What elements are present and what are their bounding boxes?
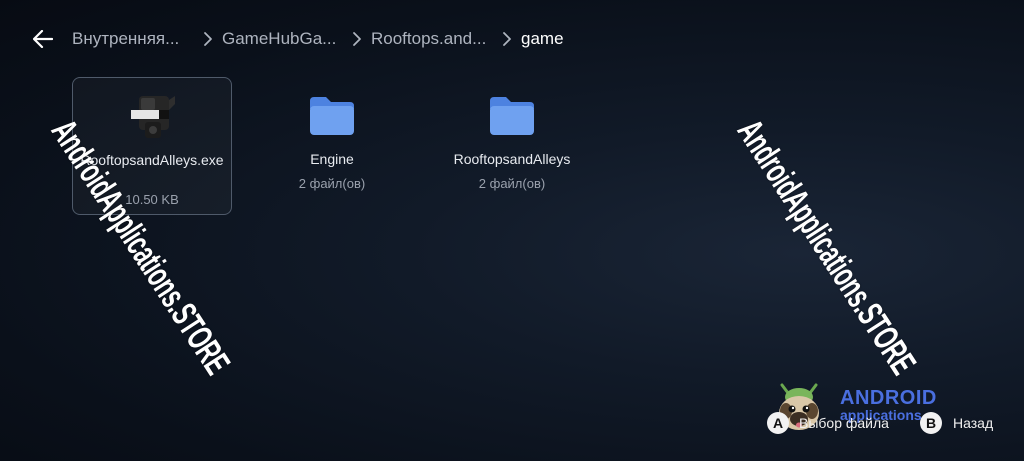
folder-name: Engine [310, 151, 354, 167]
game-exe-icon [131, 96, 175, 138]
button-b-icon: B [920, 412, 942, 434]
folder-icon [490, 97, 534, 135]
breadcrumb-item-rooftops[interactable]: Rooftops.and... [371, 29, 486, 49]
folder-tile-engine[interactable]: Engine 2 файл(ов) [252, 77, 412, 215]
folder-name: RooftopsandAlleys [453, 151, 571, 167]
breadcrumb-item-internal-storage[interactable]: Внутренняя... [72, 29, 179, 49]
chevron-right-icon [503, 32, 511, 46]
breadcrumb-item-current: game [521, 29, 564, 48]
breadcrumb: Внутренняя... GameHubGa... Rooftops.and.… [0, 0, 1024, 78]
folder-tile-rooftopsandalleys[interactable]: RooftopsandAlleys 2 файл(ов) [432, 77, 592, 215]
hint-back[interactable]: Назад [953, 415, 993, 431]
button-a-icon: A [767, 412, 789, 434]
arrow-left-icon [33, 30, 53, 48]
breadcrumb-item-gamehub[interactable]: GameHubGa... [222, 29, 336, 49]
folder-item-count: 2 файл(ов) [478, 176, 546, 191]
back-button[interactable] [28, 24, 58, 54]
hint-select-file[interactable]: Выбор файла [799, 415, 889, 431]
chevron-right-icon [204, 32, 212, 46]
folder-icon [310, 97, 354, 135]
folder-item-count: 2 файл(ов) [298, 176, 366, 191]
watermark-text: AndroidApplications.STORE [729, 112, 925, 382]
chevron-right-icon [353, 32, 361, 46]
